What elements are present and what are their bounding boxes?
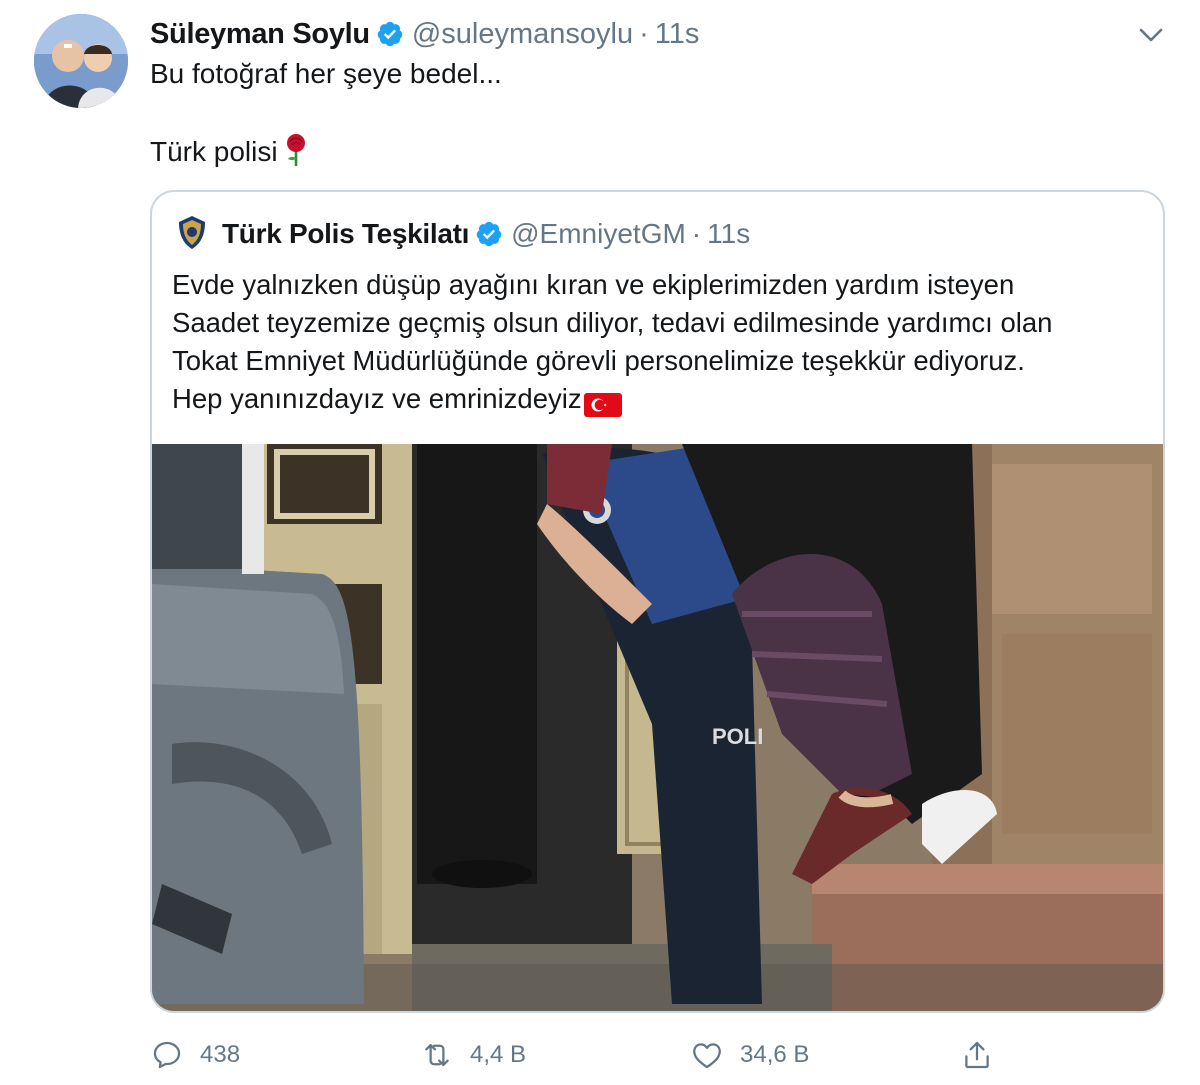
retweet-button[interactable]: 4,4 B xyxy=(420,1030,526,1080)
separator-dot: · xyxy=(691,218,702,249)
quoted-text-line: Tokat Emniyet Müdürlüğünde görevli perso… xyxy=(172,345,1025,376)
tweet-action-bar: 438 4,4 B 34,6 B xyxy=(150,1030,1190,1080)
share-icon xyxy=(965,1041,989,1069)
quoted-tweet-photo[interactable]: POLI xyxy=(152,444,1163,1011)
tweet-text-line-2: Türk polisi xyxy=(150,133,310,168)
quoted-text-line-last: Hep yanınızdayız ve emrinizdeyiz xyxy=(172,380,1152,418)
author-header: Süleyman Soylu @suleymansoylu · 11s xyxy=(150,14,699,54)
reply-count: 438 xyxy=(200,1041,241,1068)
quoted-author-header: Türk Polis Teşkilatı @EmniyetGM · 11s xyxy=(222,212,750,256)
like-button[interactable]: 34,6 B xyxy=(690,1030,809,1080)
quoted-author-avatar[interactable] xyxy=(172,212,212,252)
tweet-timestamp[interactable]: 11s xyxy=(655,18,700,51)
turkish-flag-emoji-icon xyxy=(583,389,622,417)
tweet-text-line-1: Bu fotoğraf her şeye bedel... xyxy=(150,58,502,89)
reply-icon xyxy=(153,1041,181,1069)
reply-button[interactable]: 438 xyxy=(150,1030,240,1080)
separator-dot: · xyxy=(639,17,649,50)
verified-badge-icon xyxy=(475,220,503,248)
share-button[interactable] xyxy=(960,1030,1010,1080)
tweet-text-polisi: Türk polisi xyxy=(150,136,278,167)
author-handle[interactable]: @suleymansoylu xyxy=(412,18,633,51)
quoted-tweet-timestamp[interactable]: 11s xyxy=(707,218,750,250)
quoted-text-line: Hep yanınızdayız ve emrinizdeyiz xyxy=(172,383,582,414)
chevron-down-icon[interactable] xyxy=(1136,20,1166,50)
heart-icon xyxy=(693,1043,721,1069)
quoted-author-name[interactable]: Türk Polis Teşkilatı xyxy=(222,218,469,250)
quoted-text-line: Saadet teyzemize geçmiş olsun diliyor, t… xyxy=(172,307,1053,338)
author-avatar[interactable] xyxy=(34,14,128,108)
retweet-count: 4,4 B xyxy=(470,1041,527,1068)
quoted-text-line: Evde yalnızken düşüp ayağını kıran ve ek… xyxy=(172,269,1015,300)
quoted-tweet-card[interactable]: Türk Polis Teşkilatı @EmniyetGM · 11s Ev… xyxy=(150,190,1165,1013)
tweet: Süleyman Soylu @suleymansoylu · 11s Bu f… xyxy=(0,0,1200,1085)
retweet-icon xyxy=(425,1043,449,1067)
police-badge-text: POLI xyxy=(712,724,763,749)
quoted-author-handle[interactable]: @EmniyetGM xyxy=(511,218,686,250)
verified-badge-icon xyxy=(376,20,404,48)
quoted-tweet-text: Evde yalnızken düşüp ayağını kıran ve ek… xyxy=(172,266,1152,418)
author-name[interactable]: Süleyman Soylu xyxy=(150,18,370,51)
rose-emoji-icon xyxy=(282,133,310,167)
like-count: 34,6 B xyxy=(740,1041,810,1068)
